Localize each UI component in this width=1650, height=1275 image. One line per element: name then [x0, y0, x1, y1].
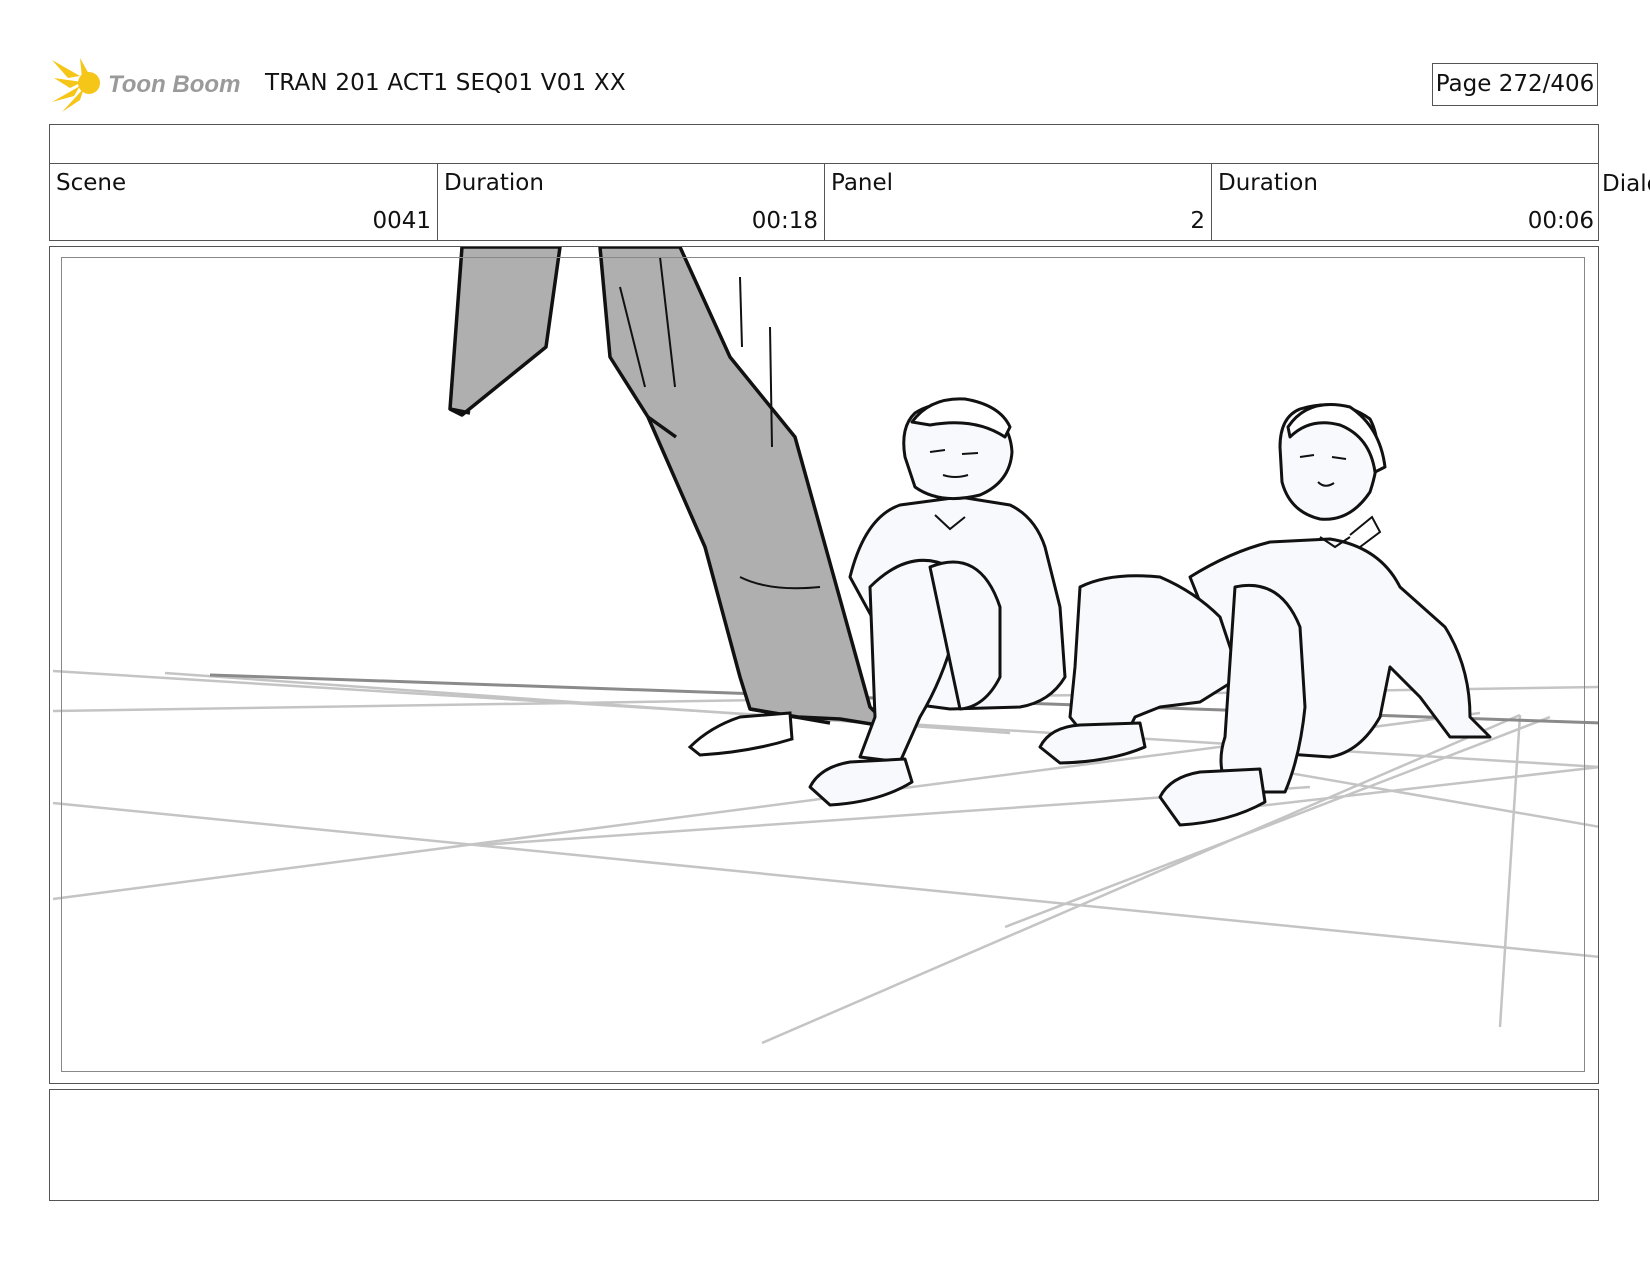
- toon-boom-logo: Toon Boom: [52, 56, 252, 116]
- panel-safe-frame: [61, 257, 1585, 1072]
- dialog-column-label: Dialo: [1602, 171, 1650, 197]
- action-notes-box: [49, 1089, 1599, 1201]
- panel-label: Panel: [831, 170, 894, 196]
- panel-number: 2: [1190, 208, 1205, 234]
- panel-duration-cell: Duration 00:06: [1212, 163, 1600, 240]
- page-number: Page 272/406: [1432, 63, 1598, 106]
- scene-cell: Scene 0041: [50, 163, 438, 240]
- scene-duration-cell: Duration 00:18: [438, 163, 825, 240]
- logo-wordmark: Toon Boom: [108, 71, 240, 98]
- header-empty-row: [49, 124, 1599, 164]
- scene-info-row: Scene 0041 Duration 00:18 Panel 2 Durati…: [49, 163, 1599, 241]
- toon-boom-star-icon: Toon Boom: [52, 58, 240, 112]
- panel-cell: Panel 2: [825, 163, 1212, 240]
- panel-duration-value: 00:06: [1527, 208, 1594, 234]
- document-title: TRAN 201 ACT1 SEQ01 V01 XX: [265, 70, 626, 96]
- scene-number: 0041: [372, 208, 431, 234]
- scene-duration-value: 00:18: [751, 208, 818, 234]
- storyboard-panel: [49, 246, 1599, 1084]
- panel-duration-label: Duration: [1218, 170, 1318, 196]
- scene-label: Scene: [56, 170, 127, 196]
- scene-duration-label: Duration: [444, 170, 544, 196]
